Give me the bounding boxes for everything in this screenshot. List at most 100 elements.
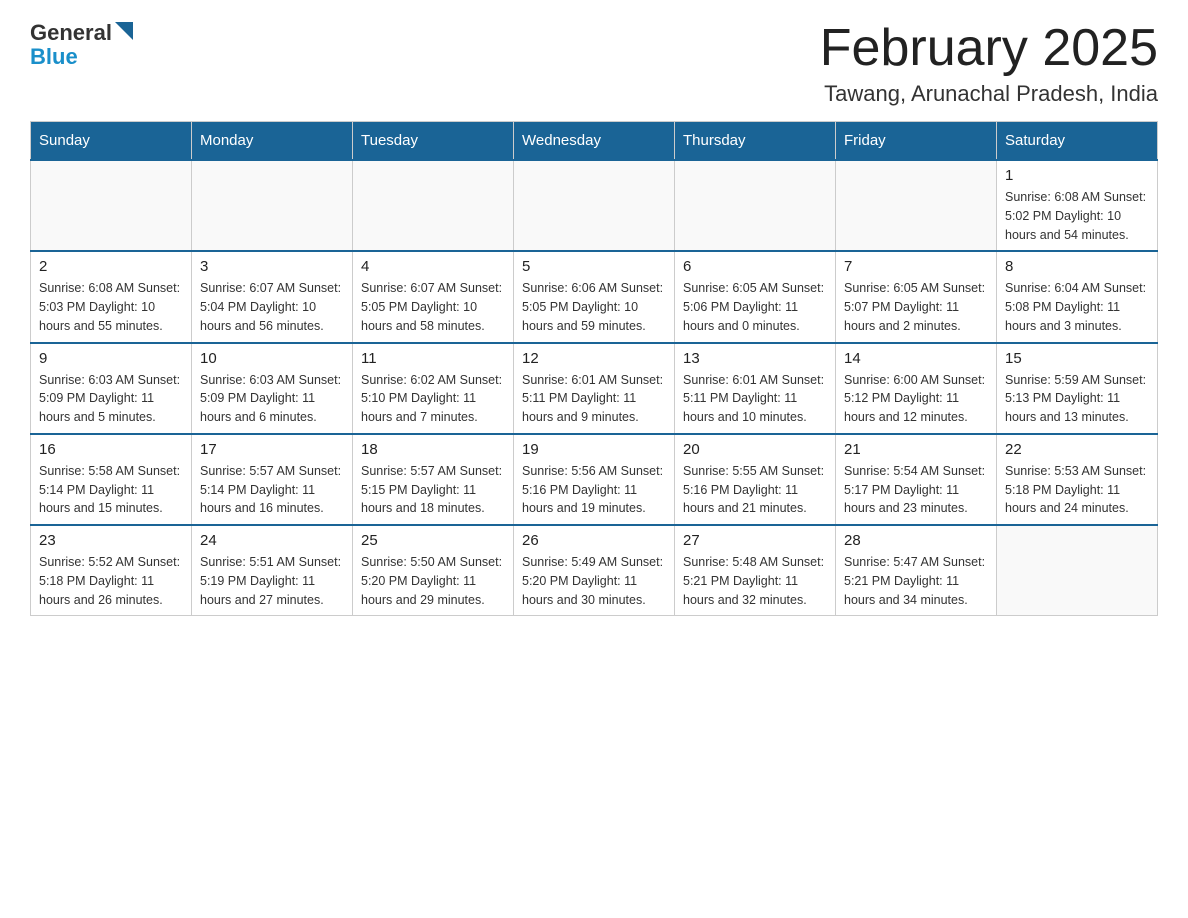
calendar-cell: 16 Sunrise: 5:58 AM Sunset: 5:14 PM Dayli…: [31, 434, 192, 525]
day-number: 12: [522, 350, 666, 367]
day-number: 1: [1005, 167, 1149, 184]
calendar-cell: 14 Sunrise: 6:00 AM Sunset: 5:12 PM Dayli…: [836, 343, 997, 434]
day-info: Sunrise: 6:03 AM Sunset: 5:09 PM Dayligh…: [39, 371, 183, 427]
calendar-table: SundayMondayTuesdayWednesdayThursdayFrid…: [30, 121, 1158, 616]
logo: General Blue: [30, 20, 133, 70]
day-number: 9: [39, 350, 183, 367]
day-info: Sunrise: 6:08 AM Sunset: 5:02 PM Dayligh…: [1005, 188, 1149, 244]
day-info: Sunrise: 5:48 AM Sunset: 5:21 PM Dayligh…: [683, 553, 827, 609]
calendar-cell: 22Sunrise: 5:53 AM Sunset: 5:18 PM Dayli…: [997, 434, 1158, 525]
day-number: 27: [683, 532, 827, 549]
calendar-cell: 12 Sunrise: 6:01 AM Sunset: 5:11 PM Dayli…: [514, 343, 675, 434]
day-number: 17: [200, 441, 344, 458]
page-header: General Blue February 2025 Tawang, Aruna…: [30, 20, 1158, 107]
calendar-cell: 1 Sunrise: 6:08 AM Sunset: 5:02 PM Daylig…: [997, 160, 1158, 251]
calendar-cell: 27 Sunrise: 5:48 AM Sunset: 5:21 PM Dayli…: [675, 525, 836, 616]
calendar-cell: 3 Sunrise: 6:07 AM Sunset: 5:04 PM Daylig…: [192, 251, 353, 342]
calendar-cell: [31, 160, 192, 251]
calendar-cell: 5 Sunrise: 6:06 AM Sunset: 5:05 PM Daylig…: [514, 251, 675, 342]
day-info: Sunrise: 5:54 AM Sunset: 5:17 PM Dayligh…: [844, 462, 988, 518]
calendar-cell: 26Sunrise: 5:49 AM Sunset: 5:20 PM Dayli…: [514, 525, 675, 616]
weekday-header-wednesday: Wednesday: [514, 122, 675, 161]
day-number: 15: [1005, 350, 1149, 367]
day-number: 28: [844, 532, 988, 549]
day-info: Sunrise: 6:02 AM Sunset: 5:10 PM Dayligh…: [361, 371, 505, 427]
day-info: Sunrise: 6:05 AM Sunset: 5:06 PM Dayligh…: [683, 279, 827, 335]
calendar-cell: 9 Sunrise: 6:03 AM Sunset: 5:09 PM Daylig…: [31, 343, 192, 434]
weekday-header-tuesday: Tuesday: [353, 122, 514, 161]
day-number: 11: [361, 350, 505, 367]
weekday-header-monday: Monday: [192, 122, 353, 161]
logo-blue-text: Blue: [30, 44, 133, 70]
calendar-cell: [192, 160, 353, 251]
calendar-cell: 10Sunrise: 6:03 AM Sunset: 5:09 PM Dayli…: [192, 343, 353, 434]
day-number: 20: [683, 441, 827, 458]
day-number: 4: [361, 258, 505, 275]
day-info: Sunrise: 6:04 AM Sunset: 5:08 PM Dayligh…: [1005, 279, 1149, 335]
calendar-cell: 21 Sunrise: 5:54 AM Sunset: 5:17 PM Dayli…: [836, 434, 997, 525]
calendar-cell: 28 Sunrise: 5:47 AM Sunset: 5:21 PM Dayli…: [836, 525, 997, 616]
calendar-week-row: 23Sunrise: 5:52 AM Sunset: 5:18 PM Dayli…: [31, 525, 1158, 616]
page-title: February 2025: [820, 20, 1158, 77]
logo-arrow-icon: [115, 22, 133, 40]
day-info: Sunrise: 6:01 AM Sunset: 5:11 PM Dayligh…: [522, 371, 666, 427]
calendar-cell: 17Sunrise: 5:57 AM Sunset: 5:14 PM Dayli…: [192, 434, 353, 525]
day-info: Sunrise: 5:58 AM Sunset: 5:14 PM Dayligh…: [39, 462, 183, 518]
day-number: 26: [522, 532, 666, 549]
calendar-cell: 2 Sunrise: 6:08 AM Sunset: 5:03 PM Daylig…: [31, 251, 192, 342]
calendar-cell: 15 Sunrise: 5:59 AM Sunset: 5:13 PM Dayli…: [997, 343, 1158, 434]
calendar-cell: 4Sunrise: 6:07 AM Sunset: 5:05 PM Daylig…: [353, 251, 514, 342]
title-block: February 2025 Tawang, Arunachal Pradesh,…: [820, 20, 1158, 107]
calendar-week-row: 16 Sunrise: 5:58 AM Sunset: 5:14 PM Dayli…: [31, 434, 1158, 525]
day-number: 19: [522, 441, 666, 458]
day-number: 21: [844, 441, 988, 458]
day-info: Sunrise: 6:06 AM Sunset: 5:05 PM Dayligh…: [522, 279, 666, 335]
weekday-header-thursday: Thursday: [675, 122, 836, 161]
day-number: 5: [522, 258, 666, 275]
day-info: Sunrise: 5:56 AM Sunset: 5:16 PM Dayligh…: [522, 462, 666, 518]
calendar-week-row: 1 Sunrise: 6:08 AM Sunset: 5:02 PM Daylig…: [31, 160, 1158, 251]
day-info: Sunrise: 6:05 AM Sunset: 5:07 PM Dayligh…: [844, 279, 988, 335]
day-info: Sunrise: 6:00 AM Sunset: 5:12 PM Dayligh…: [844, 371, 988, 427]
calendar-cell: 25 Sunrise: 5:50 AM Sunset: 5:20 PM Dayli…: [353, 525, 514, 616]
day-info: Sunrise: 5:59 AM Sunset: 5:13 PM Dayligh…: [1005, 371, 1149, 427]
day-number: 2: [39, 258, 183, 275]
calendar-header-row: SundayMondayTuesdayWednesdayThursdayFrid…: [31, 122, 1158, 161]
day-info: Sunrise: 6:08 AM Sunset: 5:03 PM Dayligh…: [39, 279, 183, 335]
calendar-week-row: 9 Sunrise: 6:03 AM Sunset: 5:09 PM Daylig…: [31, 343, 1158, 434]
day-info: Sunrise: 6:03 AM Sunset: 5:09 PM Dayligh…: [200, 371, 344, 427]
calendar-cell: 23Sunrise: 5:52 AM Sunset: 5:18 PM Dayli…: [31, 525, 192, 616]
calendar-cell: 6 Sunrise: 6:05 AM Sunset: 5:06 PM Daylig…: [675, 251, 836, 342]
day-number: 3: [200, 258, 344, 275]
calendar-cell: 11 Sunrise: 6:02 AM Sunset: 5:10 PM Dayli…: [353, 343, 514, 434]
calendar-cell: [836, 160, 997, 251]
weekday-header-friday: Friday: [836, 122, 997, 161]
calendar-cell: 18 Sunrise: 5:57 AM Sunset: 5:15 PM Dayli…: [353, 434, 514, 525]
day-number: 8: [1005, 258, 1149, 275]
day-number: 16: [39, 441, 183, 458]
calendar-cell: 8 Sunrise: 6:04 AM Sunset: 5:08 PM Daylig…: [997, 251, 1158, 342]
day-info: Sunrise: 5:55 AM Sunset: 5:16 PM Dayligh…: [683, 462, 827, 518]
weekday-header-sunday: Sunday: [31, 122, 192, 161]
day-number: 7: [844, 258, 988, 275]
logo-general-text: General: [30, 20, 112, 46]
weekday-header-saturday: Saturday: [997, 122, 1158, 161]
day-number: 13: [683, 350, 827, 367]
day-number: 25: [361, 532, 505, 549]
day-number: 24: [200, 532, 344, 549]
day-info: Sunrise: 5:50 AM Sunset: 5:20 PM Dayligh…: [361, 553, 505, 609]
day-info: Sunrise: 6:07 AM Sunset: 5:04 PM Dayligh…: [200, 279, 344, 335]
day-number: 18: [361, 441, 505, 458]
page-subtitle: Tawang, Arunachal Pradesh, India: [820, 81, 1158, 107]
day-number: 6: [683, 258, 827, 275]
calendar-cell: 7 Sunrise: 6:05 AM Sunset: 5:07 PM Daylig…: [836, 251, 997, 342]
day-number: 23: [39, 532, 183, 549]
calendar-week-row: 2 Sunrise: 6:08 AM Sunset: 5:03 PM Daylig…: [31, 251, 1158, 342]
calendar-cell: 19 Sunrise: 5:56 AM Sunset: 5:16 PM Dayli…: [514, 434, 675, 525]
day-info: Sunrise: 5:53 AM Sunset: 5:18 PM Dayligh…: [1005, 462, 1149, 518]
day-info: Sunrise: 5:47 AM Sunset: 5:21 PM Dayligh…: [844, 553, 988, 609]
calendar-cell: 20 Sunrise: 5:55 AM Sunset: 5:16 PM Dayli…: [675, 434, 836, 525]
calendar-cell: [997, 525, 1158, 616]
day-number: 14: [844, 350, 988, 367]
day-info: Sunrise: 5:57 AM Sunset: 5:15 PM Dayligh…: [361, 462, 505, 518]
